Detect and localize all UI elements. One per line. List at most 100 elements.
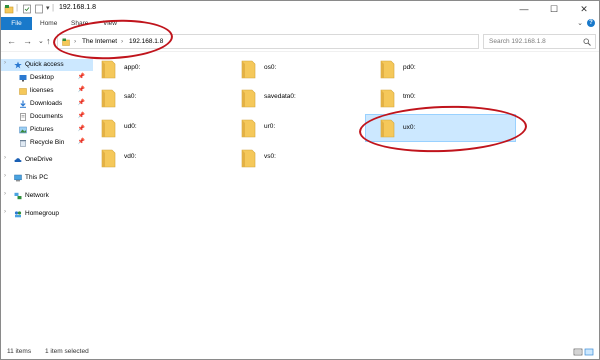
forward-button[interactable]: → <box>23 36 32 46</box>
item-count: 11 items <box>7 348 32 355</box>
minimize-button[interactable]: — <box>509 1 539 17</box>
folder-name: tm0: <box>403 93 416 100</box>
nav-item-label: Homegroup <box>25 210 59 217</box>
address-bar[interactable]: › The Internet › 192.168.1.8 ⌄ ↻ <box>57 34 533 49</box>
nav-item-label: Network <box>25 192 49 199</box>
view-toggle-icons[interactable] <box>573 348 595 356</box>
tab-share[interactable]: Share <box>64 17 95 30</box>
file-list: app0: os0: pd0: sa0: savedata0: tm0: ud0… <box>93 53 599 343</box>
folder-item[interactable]: ur0: <box>233 116 373 140</box>
folder-item[interactable]: tm0: <box>372 86 512 110</box>
folder-item[interactable]: os0: <box>233 57 373 81</box>
folder-name: os0: <box>264 64 277 71</box>
nav-item-pictures[interactable]: Pictures 📌 <box>1 124 93 136</box>
status-bar: 11 items 1 item selected <box>1 345 599 359</box>
folder-item[interactable]: vs0: <box>233 146 373 170</box>
chevron-right-icon[interactable]: › <box>4 209 12 217</box>
nav-item-label: This PC <box>25 174 49 181</box>
folder-name: ud0: <box>124 123 137 130</box>
breadcrumb-the-internet[interactable]: The Internet <box>82 37 117 47</box>
search-input[interactable]: Search 192.168.1.8 <box>483 34 596 49</box>
pin-icon: 📌 <box>77 139 85 145</box>
nav-item-homegroup[interactable]: › Homegroup <box>1 208 93 220</box>
tab-home[interactable]: Home <box>33 17 64 30</box>
back-button[interactable]: ← <box>7 36 16 46</box>
search-placeholder: Search 192.168.1.8 <box>489 38 546 45</box>
close-button[interactable]: ✕ <box>569 1 599 17</box>
desktop-icon <box>19 75 27 82</box>
nav-item-quick-access[interactable]: › Quick access <box>1 59 93 71</box>
nav-item-onedrive[interactable]: › OneDrive <box>1 154 93 166</box>
nav-item-recycle-bin[interactable]: Recycle Bin 📌 <box>1 137 93 149</box>
folder-icon <box>241 149 256 168</box>
folder-item[interactable]: app0: <box>93 57 233 81</box>
selection-count: 1 item selected <box>45 348 89 355</box>
address-row: ← → ⌄ ↑ › The Internet › 192.168.1.8 ⌄ ↻… <box>1 30 599 52</box>
tab-view[interactable]: View <box>96 17 124 30</box>
nav-item-desktop[interactable]: Desktop 📌 <box>1 72 93 84</box>
pin-icon: 📌 <box>77 113 85 119</box>
pin-icon: 📌 <box>77 87 85 93</box>
recent-locations-icon[interactable]: ⌄ <box>38 37 44 47</box>
expand-ribbon-icon[interactable]: ⌄ <box>577 19 583 27</box>
network-location-icon <box>62 38 70 46</box>
recycle-bin-icon <box>20 140 26 147</box>
folder-icon <box>380 119 395 138</box>
chevron-right-icon[interactable]: › <box>4 155 12 163</box>
star-icon <box>14 61 22 69</box>
tab-file[interactable]: File <box>1 17 32 30</box>
folder-icon <box>241 89 256 108</box>
folder-icon <box>19 88 27 95</box>
folder-name: app0: <box>124 64 141 71</box>
folder-item[interactable]: pd0: <box>372 57 512 81</box>
navigation-pane: › Quick access Desktop 📌 licenses 📌 Down… <box>1 53 93 343</box>
folder-icon <box>101 60 116 79</box>
folder-item[interactable]: vd0: <box>93 146 233 170</box>
folder-item[interactable]: sa0: <box>93 86 233 110</box>
folder-item[interactable]: ud0: <box>93 116 233 140</box>
title-bar: | ▾ | 192.168.1.8 — ☐ ✕ <box>1 1 599 17</box>
cloud-icon <box>14 158 22 162</box>
nav-item-label: Pictures <box>30 126 54 133</box>
breadcrumb-separator-icon[interactable]: › <box>74 37 76 47</box>
nav-item-label: licenses <box>30 87 54 94</box>
nav-item-documents[interactable]: Documents 📌 <box>1 111 93 123</box>
nav-item-licenses[interactable]: licenses 📌 <box>1 85 93 97</box>
folder-name: ux0: <box>403 124 416 131</box>
maximize-button[interactable]: ☐ <box>539 1 569 17</box>
folder-item[interactable]: savedata0: <box>233 86 373 110</box>
folder-icon <box>101 119 116 138</box>
breadcrumb-separator-icon[interactable]: › <box>121 37 123 47</box>
window-title: 192.168.1.8 <box>59 4 96 11</box>
up-button[interactable]: ↑ <box>46 36 51 46</box>
homegroup-icon <box>14 211 22 218</box>
folder-name: ur0: <box>264 123 276 130</box>
help-icon[interactable]: ? <box>587 19 595 27</box>
folder-name: vs0: <box>264 153 276 160</box>
nav-item-label: Downloads <box>30 100 63 107</box>
properties-icon[interactable] <box>22 4 32 14</box>
folder-icon <box>101 149 116 168</box>
folder-icon <box>241 119 256 138</box>
separator: | <box>52 3 55 12</box>
pin-icon: 📌 <box>77 100 85 106</box>
chevron-right-icon[interactable]: › <box>4 173 12 181</box>
folder-icon <box>380 60 395 79</box>
folder-icon <box>101 89 116 108</box>
chevron-right-icon[interactable]: › <box>4 60 12 68</box>
folder-icon <box>241 60 256 79</box>
ribbon-tabs: File Home Share View ⌄ ? <box>1 17 599 30</box>
search-icon <box>583 38 591 46</box>
customize-toolbar-icon[interactable]: ▾ <box>46 4 50 12</box>
documents-icon <box>20 113 26 121</box>
new-folder-icon[interactable] <box>34 4 44 14</box>
nav-item-network[interactable]: › Network <box>1 190 93 202</box>
breadcrumb-current[interactable]: 192.168.1.8 <box>129 37 163 47</box>
folder-item-selected[interactable]: ux0: <box>365 114 516 142</box>
pin-icon: 📌 <box>77 126 85 132</box>
nav-item-this-pc[interactable]: › This PC <box>1 172 93 184</box>
pictures-icon <box>19 126 27 134</box>
folder-name: pd0: <box>403 64 416 71</box>
chevron-right-icon[interactable]: › <box>4 191 12 199</box>
nav-item-downloads[interactable]: Downloads 📌 <box>1 98 93 110</box>
